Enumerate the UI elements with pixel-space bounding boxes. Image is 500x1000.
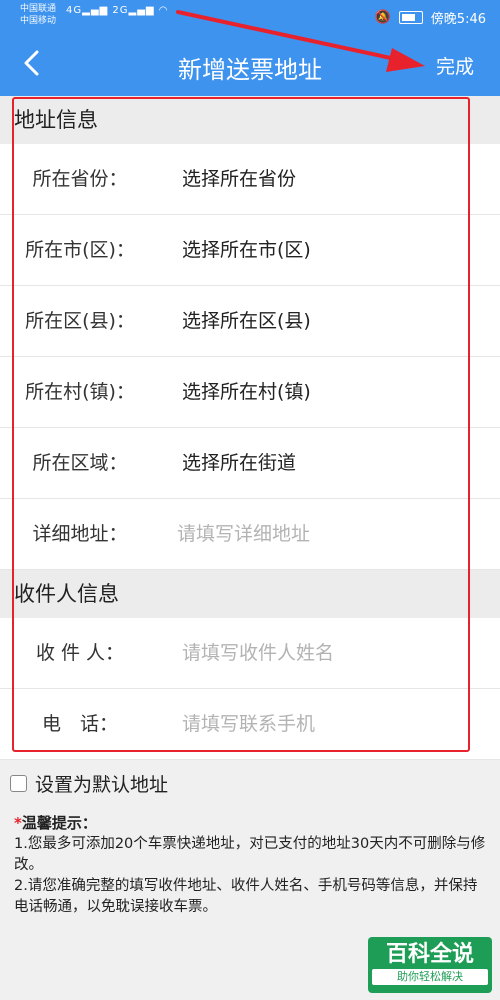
- default-address-checkbox[interactable]: [10, 775, 27, 792]
- recipient-name-input[interactable]: 请填写收件人姓名: [182, 618, 334, 688]
- tips-title: *温馨提示：: [14, 814, 97, 832]
- tip-line-2: 2.请您准确完整的填写收件地址、收件人姓名、手机号码等信息，并保持电话畅通，以免…: [14, 878, 478, 915]
- province-select[interactable]: 选择所在省份: [182, 144, 296, 214]
- annotation-arrow: [176, 10, 425, 72]
- recipient-phone-input[interactable]: 请填写联系手机: [182, 689, 315, 759]
- province-label: 所在省份：: [32, 168, 128, 190]
- recipient-section-header: 收件人信息: [0, 570, 500, 618]
- county-row[interactable]: 所在区(县)： 选择所在区(县): [0, 286, 500, 357]
- town-label: 所在村(镇)：: [25, 381, 135, 403]
- town-select[interactable]: 选择所在村(镇): [182, 357, 311, 427]
- watermark-logo: 百科全说 助你轻松解决: [368, 937, 492, 993]
- area-row[interactable]: 所在区域： 选择所在街道: [0, 428, 500, 499]
- detail-address-label: 详细地址：: [32, 523, 128, 545]
- town-row[interactable]: 所在村(镇)： 选择所在村(镇): [0, 357, 500, 428]
- default-address-option[interactable]: 设置为默认地址: [10, 770, 168, 797]
- city-label: 所在市(区)：: [25, 239, 135, 261]
- area-label: 所在区域：: [32, 452, 128, 474]
- detail-address-input[interactable]: 请填写详细地址: [177, 499, 310, 569]
- county-select[interactable]: 选择所在区(县): [182, 286, 311, 356]
- recipient-phone-row[interactable]: 电 话： 请填写联系手机: [0, 689, 500, 760]
- recipient-name-row[interactable]: 收 件 人： 请填写收件人姓名: [0, 618, 500, 689]
- detail-address-row[interactable]: 详细地址： 请填写详细地址: [0, 499, 500, 570]
- city-row[interactable]: 所在市(区)： 选择所在市(区): [0, 215, 500, 286]
- tip-line-1: 1.您最多可添加20个车票快递地址，对已支付的地址30天内不可删除与修改。: [14, 836, 486, 873]
- recipient-phone-label: 电 话：: [41, 713, 118, 735]
- default-address-label: 设置为默认地址: [35, 774, 169, 796]
- watermark-subtitle: 助你轻松解决: [372, 969, 488, 985]
- recipient-name-label: 收 件 人：: [35, 642, 125, 664]
- tips-section: *温馨提示： 1.您最多可添加20个车票快递地址，对已支付的地址30天内不可删除…: [14, 813, 490, 918]
- province-row[interactable]: 所在省份： 选择所在省份: [0, 144, 500, 215]
- required-star: *: [14, 814, 22, 832]
- watermark-title: 百科全说: [385, 942, 474, 967]
- street-select[interactable]: 选择所在街道: [182, 428, 296, 498]
- city-select[interactable]: 选择所在市(区): [182, 215, 311, 285]
- county-label: 所在区(县)：: [25, 310, 135, 332]
